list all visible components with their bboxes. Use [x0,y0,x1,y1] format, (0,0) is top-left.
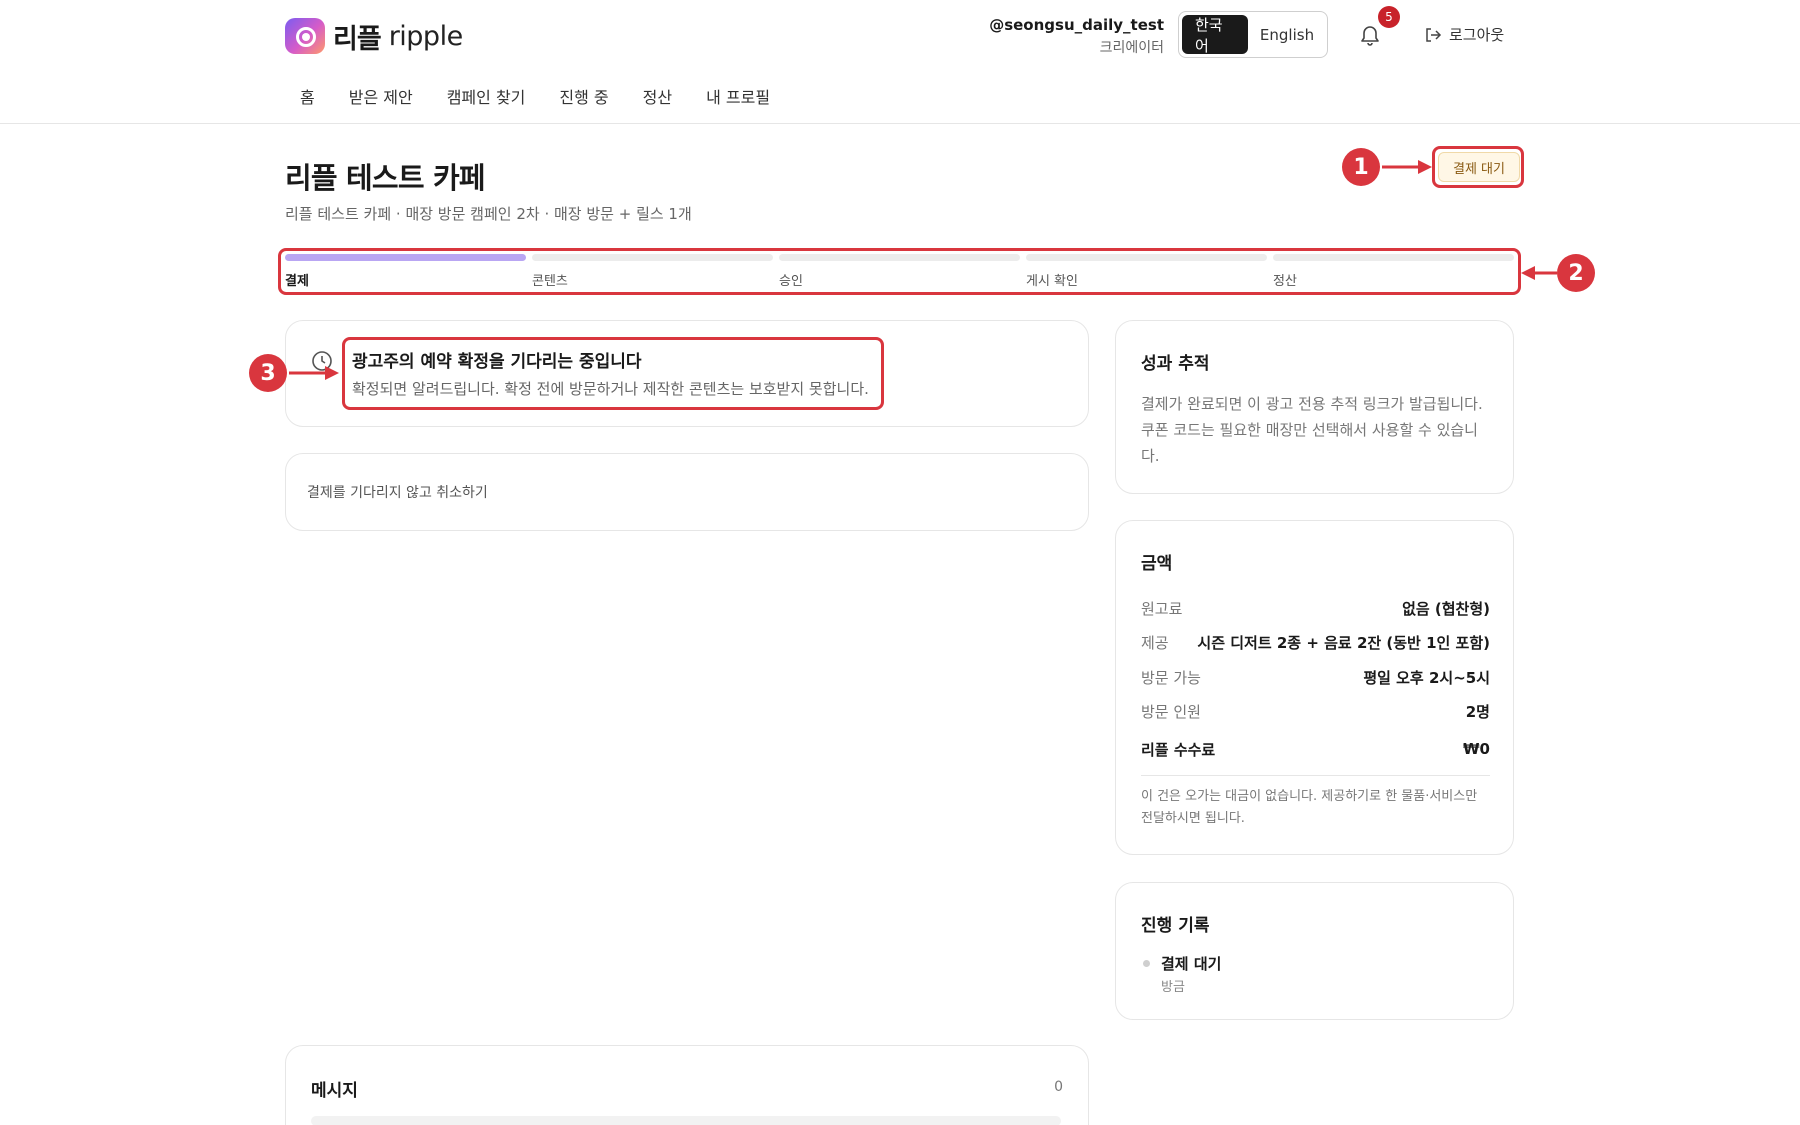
amount-divider [1141,775,1490,776]
progress-step-label: 게시 확인 [1026,274,1078,289]
nav-in-progress[interactable]: 진행 중 [559,84,608,108]
page-title: 리플 테스트 카페 [285,161,486,195]
history-item-time: 방금 [1161,980,1185,995]
logo-text-ko: 리플 [333,23,382,55]
notification-count-badge: 5 [1378,6,1400,28]
amount-row-label: 제공 [1141,634,1169,653]
logo-text-en: ripple [388,20,464,52]
cancel-button[interactable]: 결제를 기다리지 않고 취소하기 [307,482,488,502]
amount-row-value: 없음 (협찬형) [1402,599,1490,618]
fee-row: 리플 수수료 ₩0 [1141,729,1490,769]
top-header: 리플 ripple @seongsu_daily_test 크리에이터 한국어 … [0,0,1800,124]
fee-label: 리플 수수료 [1141,740,1216,759]
amount-row-value: 시즌 디저트 2종 + 음료 2잔 (동반 1인 포함) [1197,634,1490,653]
amount-row-value: 평일 오후 2시~5시 [1363,668,1490,687]
messages-input-area[interactable] [311,1116,1061,1125]
progress-step: 정산 [1273,254,1514,289]
progress-step: 결제 [285,254,526,289]
logo-icon [285,18,325,54]
messages-title: 메시지 [311,1081,358,1101]
annotation-arrow-left [1521,266,1557,280]
amount-row-value: 2명 [1465,703,1490,722]
notice-card: 광고주의 예약 확정을 기다리는 중입니다 확정되면 알려드립니다. 확정 전에… [285,320,1089,427]
annotation-number: 2 [1557,254,1595,292]
status-badge: 결제 대기 [1438,152,1520,182]
language-switch: 한국어 English [1178,11,1328,58]
nav-find-campaigns[interactable]: 캠페인 찾기 [447,84,526,108]
nav-my-profile[interactable]: 내 프로필 [706,84,770,108]
amount-row-label: 방문 가능 [1141,668,1201,687]
amount-row: 방문 인원 2명 [1141,695,1490,730]
tracking-card: 성과 추적 결제가 완료되면 이 광고 전용 추적 링크가 발급됩니다. 쿠폰 … [1115,320,1514,494]
nav-settlement[interactable]: 정산 [643,84,672,108]
logo[interactable]: 리플 ripple [285,17,463,55]
progress-step-label: 정산 [1273,274,1297,289]
nav-home[interactable]: 홈 [300,84,315,108]
tracking-text: 결제가 완료되면 이 광고 전용 추적 링크가 발급됩니다. 쿠폰 코드는 필요… [1141,395,1483,465]
progress-step-bar [779,254,1020,261]
tracking-title: 성과 추적 [1141,354,1210,374]
progress-step-bar [285,254,526,261]
cancel-card: 결제를 기다리지 않고 취소하기 [285,453,1089,531]
progress-step: 콘텐츠 [532,254,773,289]
progress-step: 게시 확인 [1026,254,1267,289]
main-nav: 홈 받은 제안 캠페인 찾기 진행 중 정산 내 프로필 [300,84,770,108]
notice-text: 확정되면 알려드립니다. 확정 전에 방문하거나 제작한 콘텐츠는 보호받지 못… [352,380,869,398]
progress-step-label: 승인 [779,274,803,289]
history-title: 진행 기록 [1141,916,1210,936]
amount-note: 이 건은 오가는 대금이 없습니다. 제공하기로 한 물품·서비스만 전달하시면… [1141,789,1478,826]
progress-step-label: 결제 [285,274,309,289]
fee-value: ₩0 [1463,740,1490,758]
amount-row: 원고료 없음 (협찬형) [1141,591,1490,626]
amount-rows: 원고료 없음 (협찬형) 제공 시즌 디저트 2종 + 음료 2잔 (동반 1인… [1141,591,1490,776]
progress-step-label: 콘텐츠 [532,274,568,289]
logout-button[interactable]: 로그아웃 [1424,24,1504,45]
amount-row: 방문 가능 평일 오후 2시~5시 [1141,660,1490,695]
amount-title: 금액 [1141,554,1173,574]
progress-step-bar [1026,254,1267,261]
progress-steps: 결제 콘텐츠 승인 게시 확인 정산 [285,254,1514,289]
amount-card: 금액 원고료 없음 (협찬형) 제공 시즌 디저트 2종 + 음료 2잔 (동반… [1115,520,1514,855]
messages-count: 0 [1054,1079,1063,1095]
progress-step: 승인 [779,254,1020,289]
annotation-arrow-right [1382,160,1432,174]
progress-step-bar [532,254,773,261]
annotation-number: 1 [1342,148,1380,186]
history-dot-icon [1143,960,1150,967]
lang-english-button[interactable]: English [1250,15,1324,54]
progress-step-bar [1273,254,1514,261]
annotation-number: 3 [249,354,287,392]
amount-row: 제공 시즌 디저트 2종 + 음료 2잔 (동반 1인 포함) [1141,626,1490,661]
amount-row-label: 원고료 [1141,599,1183,618]
history-card: 진행 기록 결제 대기 방금 [1115,882,1514,1020]
notice-title: 광고주의 예약 확정을 기다리는 중입니다 [352,352,642,372]
user-handle: @seongsu_daily_test [989,16,1164,34]
logout-label: 로그아웃 [1449,26,1505,44]
annotation-arrow-right [289,366,339,380]
nav-received-offers[interactable]: 받은 제안 [349,84,413,108]
user-info: @seongsu_daily_test 크리에이터 [989,16,1164,57]
logout-icon [1426,27,1442,42]
lang-korean-button[interactable]: 한국어 [1182,15,1248,55]
user-role: 크리에이터 [1099,40,1164,56]
bell-icon[interactable] [1358,22,1382,48]
history-item-label: 결제 대기 [1161,955,1222,973]
amount-row-label: 방문 인원 [1141,703,1201,722]
page-subtitle: 리플 테스트 카페 · 매장 방문 캠페인 2차 · 매장 방문 + 릴스 1개 [285,205,692,223]
messages-card: 메시지 0 [285,1045,1089,1125]
